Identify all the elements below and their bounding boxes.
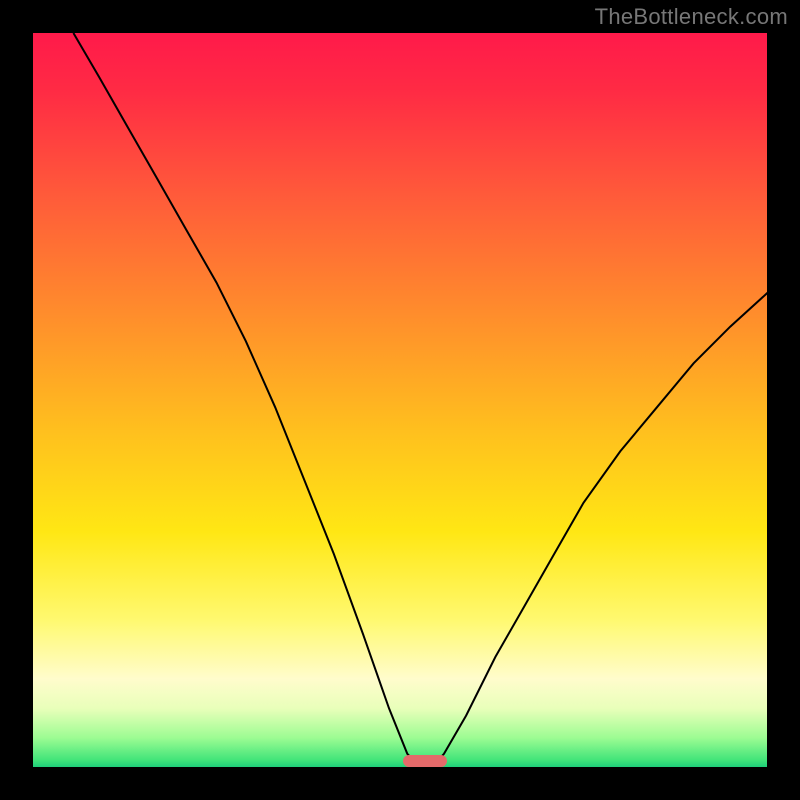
bottleneck-curve <box>33 33 767 767</box>
chart-frame: TheBottleneck.com <box>0 0 800 800</box>
optimal-point-marker <box>403 755 447 767</box>
watermark-text: TheBottleneck.com <box>595 4 788 30</box>
plot-area <box>33 33 767 767</box>
curve-path <box>73 33 767 766</box>
